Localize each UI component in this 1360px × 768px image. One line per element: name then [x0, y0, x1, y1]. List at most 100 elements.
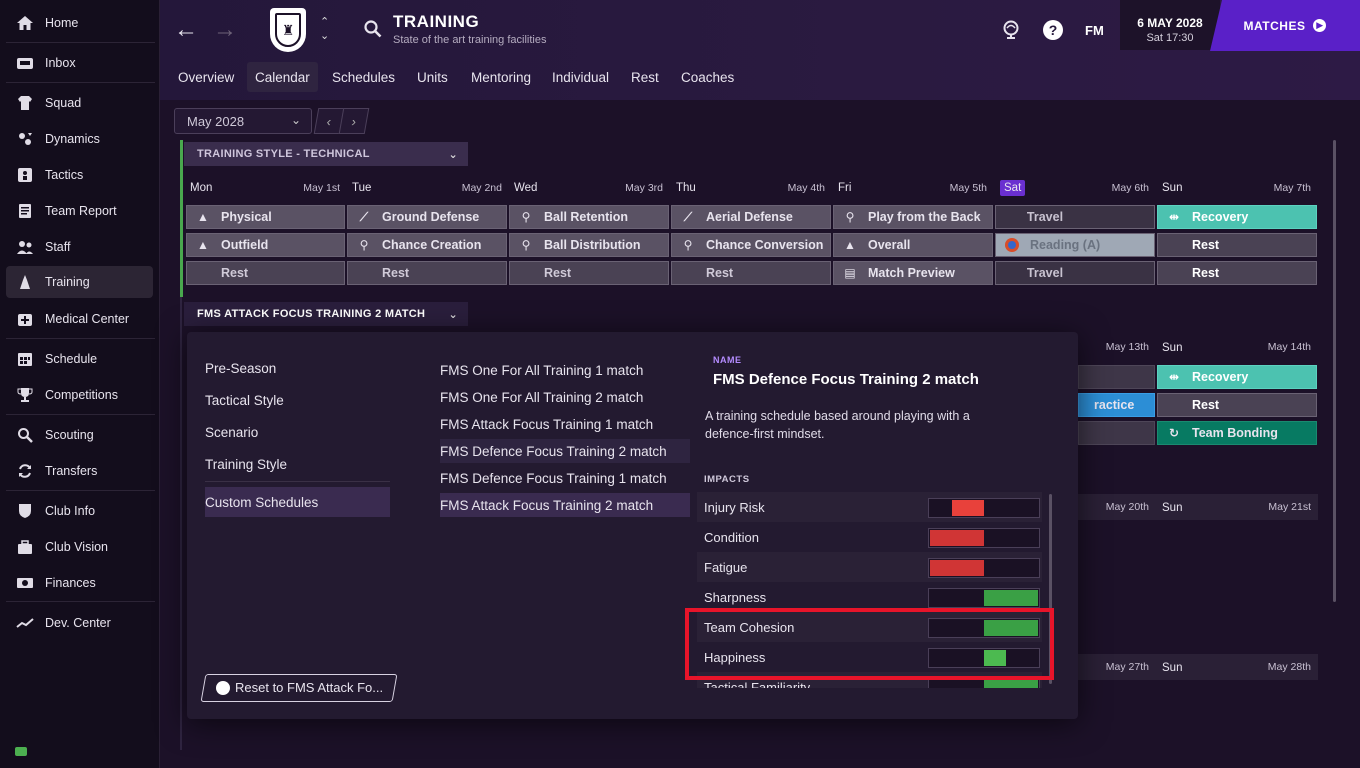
club-crest-icon[interactable]: ♜ — [270, 8, 306, 52]
fm-menu-button[interactable]: FM — [1085, 23, 1104, 38]
session-overall[interactable]: ▲ Overall — [833, 233, 993, 257]
impact-row-fatigue: Fatigue — [697, 552, 1042, 582]
divider — [6, 414, 155, 415]
sidebar-item-dynamics[interactable]: Dynamics — [6, 123, 153, 155]
current-day-time: Sat 17:30 — [1146, 32, 1194, 44]
cone-icon: ▲ — [197, 210, 209, 224]
forward-arrow-icon[interactable]: → — [213, 16, 237, 44]
session-rest[interactable]: Rest — [1157, 393, 1317, 417]
sidebar-item-club-info[interactable]: Club Info — [6, 495, 153, 527]
session-travel[interactable]: Travel — [995, 261, 1155, 285]
session-ball-retention[interactable]: ⚲ Ball Retention — [509, 205, 669, 229]
sidebar-item-label: Home — [45, 16, 79, 30]
training-style-header[interactable]: TRAINING STYLE - TECHNICAL ⌄ — [184, 142, 468, 166]
category-pre-season[interactable]: Pre-Season — [205, 353, 390, 383]
tab-coaches[interactable]: Coaches — [673, 62, 742, 92]
session-label: Aerial Defense — [706, 210, 793, 224]
sidebar-item-team-report[interactable]: Team Report — [6, 195, 153, 227]
sidebar-item-tactics[interactable]: Tactics — [6, 159, 153, 191]
session-rest[interactable]: Rest — [1157, 233, 1317, 257]
session-cell[interactable] — [1078, 365, 1155, 389]
back-arrow-icon[interactable]: ← — [174, 16, 198, 44]
session-rest[interactable]: Rest — [186, 261, 345, 285]
shield-icon — [14, 501, 36, 521]
tab-mentoring[interactable]: Mentoring — [463, 62, 539, 92]
sidebar-item-dev-center[interactable]: Dev. Center — [6, 607, 153, 639]
help-icon[interactable]: ? — [1043, 20, 1063, 40]
globe-icon[interactable] — [1002, 20, 1020, 45]
schedule-item[interactable]: FMS Defence Focus Training 1 match — [440, 466, 690, 490]
session-match-preview[interactable]: ▤ Match Preview — [833, 261, 993, 285]
schedule-item[interactable]: FMS One For All Training 1 match — [440, 358, 690, 382]
sidebar-item-squad[interactable]: Squad — [6, 87, 153, 119]
sidebar-item-label: Team Report — [45, 204, 117, 218]
category-scenario[interactable]: Scenario — [205, 417, 390, 447]
impact-meter — [928, 528, 1040, 548]
matches-button[interactable]: MATCHES ▶ — [1210, 0, 1360, 51]
club-switch-chevrons-icon[interactable]: ⌃ ⌄ — [320, 15, 329, 43]
main-scrollbar[interactable] — [1333, 140, 1336, 602]
session-team-bonding[interactable]: ↻ Team Bonding — [1157, 421, 1317, 445]
session-rest[interactable]: Rest — [1157, 261, 1317, 285]
divider — [6, 42, 155, 43]
session-ball-distribution[interactable]: ⚲ Ball Distribution — [509, 233, 669, 257]
page-title: TRAINING — [393, 12, 480, 31]
recovery-arrows-icon: ⇹ — [1168, 370, 1180, 384]
impact-meter — [928, 498, 1040, 518]
sidebar-item-finances[interactable]: Finances — [6, 567, 153, 599]
category-tactical-style[interactable]: Tactical Style — [205, 385, 390, 415]
sidebar-item-training[interactable]: Training — [6, 266, 153, 298]
session-reading[interactable]: Reading (A) — [995, 233, 1155, 257]
session-recovery[interactable]: ⇹ Recovery — [1157, 205, 1317, 229]
session-match-practice[interactable]: ractice — [1078, 393, 1155, 417]
category-training-style[interactable]: Training Style — [205, 449, 390, 479]
session-physical[interactable]: ▲ Physical — [186, 205, 345, 229]
tab-schedules[interactable]: Schedules — [324, 62, 403, 92]
session-recovery[interactable]: ⇹ Recovery — [1157, 365, 1317, 389]
sidebar-item-competitions[interactable]: Competitions — [6, 379, 153, 411]
sidebar-item-transfers[interactable]: Transfers — [6, 455, 153, 487]
sidebar-item-medical-center[interactable]: Medical Center — [6, 303, 153, 335]
session-label: Physical — [221, 210, 272, 224]
session-rest[interactable]: Rest — [671, 261, 831, 285]
session-aerial-defense[interactable]: ⟋ Aerial Defense — [671, 205, 831, 229]
schedule-item[interactable]: FMS Attack Focus Training 1 match — [440, 412, 690, 436]
tab-calendar[interactable]: Calendar — [247, 62, 318, 92]
document-icon: ▤ — [844, 266, 856, 280]
schedule-header[interactable]: FMS ATTACK FOCUS TRAINING 2 MATCH ⌄ — [184, 302, 468, 326]
tab-rest[interactable]: Rest — [623, 62, 667, 92]
schedule-item-hovered[interactable]: FMS Defence Focus Training 2 match — [440, 439, 690, 463]
impact-meter-fill — [984, 680, 1038, 688]
current-week-indicator — [180, 140, 183, 297]
sidebar-item-staff[interactable]: Staff — [6, 231, 153, 263]
session-rest[interactable]: Rest — [347, 261, 507, 285]
session-chance-conversion[interactable]: ⚲ Chance Conversion — [671, 233, 831, 257]
reset-button-content[interactable]: Reset to FMS Attack Fo... — [216, 680, 383, 695]
session-outfield[interactable]: ▲ Outfield — [186, 233, 345, 257]
month-select[interactable]: May 2028 ⌄ — [174, 108, 312, 134]
session-rest[interactable]: Rest — [509, 261, 669, 285]
tab-overview[interactable]: Overview — [170, 62, 242, 92]
next-month-button[interactable]: › — [338, 108, 370, 134]
sidebar-item-inbox[interactable]: Inbox — [6, 47, 153, 79]
tab-individual[interactable]: Individual — [544, 62, 617, 92]
schedule-item[interactable]: FMS One For All Training 2 match — [440, 385, 690, 409]
session-chance-creation[interactable]: ⚲ Chance Creation — [347, 233, 507, 257]
session-label: Recovery — [1192, 370, 1249, 384]
session-travel[interactable]: Travel — [995, 205, 1155, 229]
sidebar-item-club-vision[interactable]: Club Vision — [6, 531, 153, 563]
sidebar-item-label: Medical Center — [45, 312, 130, 326]
search-icon[interactable] — [364, 20, 382, 43]
sidebar-item-schedule[interactable]: Schedule — [6, 343, 153, 375]
sidebar-item-scouting[interactable]: Scouting — [6, 419, 153, 451]
session-label: Outfield — [221, 238, 269, 252]
session-ground-defense[interactable]: ⟋ Ground Defense — [347, 205, 507, 229]
session-cell[interactable] — [1078, 421, 1155, 445]
sidebar-item-label: Scouting — [45, 428, 94, 442]
session-play-from-the-back[interactable]: ⚲ Play from the Back — [833, 205, 993, 229]
sidebar-item-label: Dev. Center — [45, 616, 111, 630]
day-header-sat: Sat — [1000, 180, 1026, 196]
sidebar-item-home[interactable]: Home — [6, 7, 153, 39]
tab-units[interactable]: Units — [409, 62, 456, 92]
impact-label: Fatigue — [704, 559, 748, 575]
